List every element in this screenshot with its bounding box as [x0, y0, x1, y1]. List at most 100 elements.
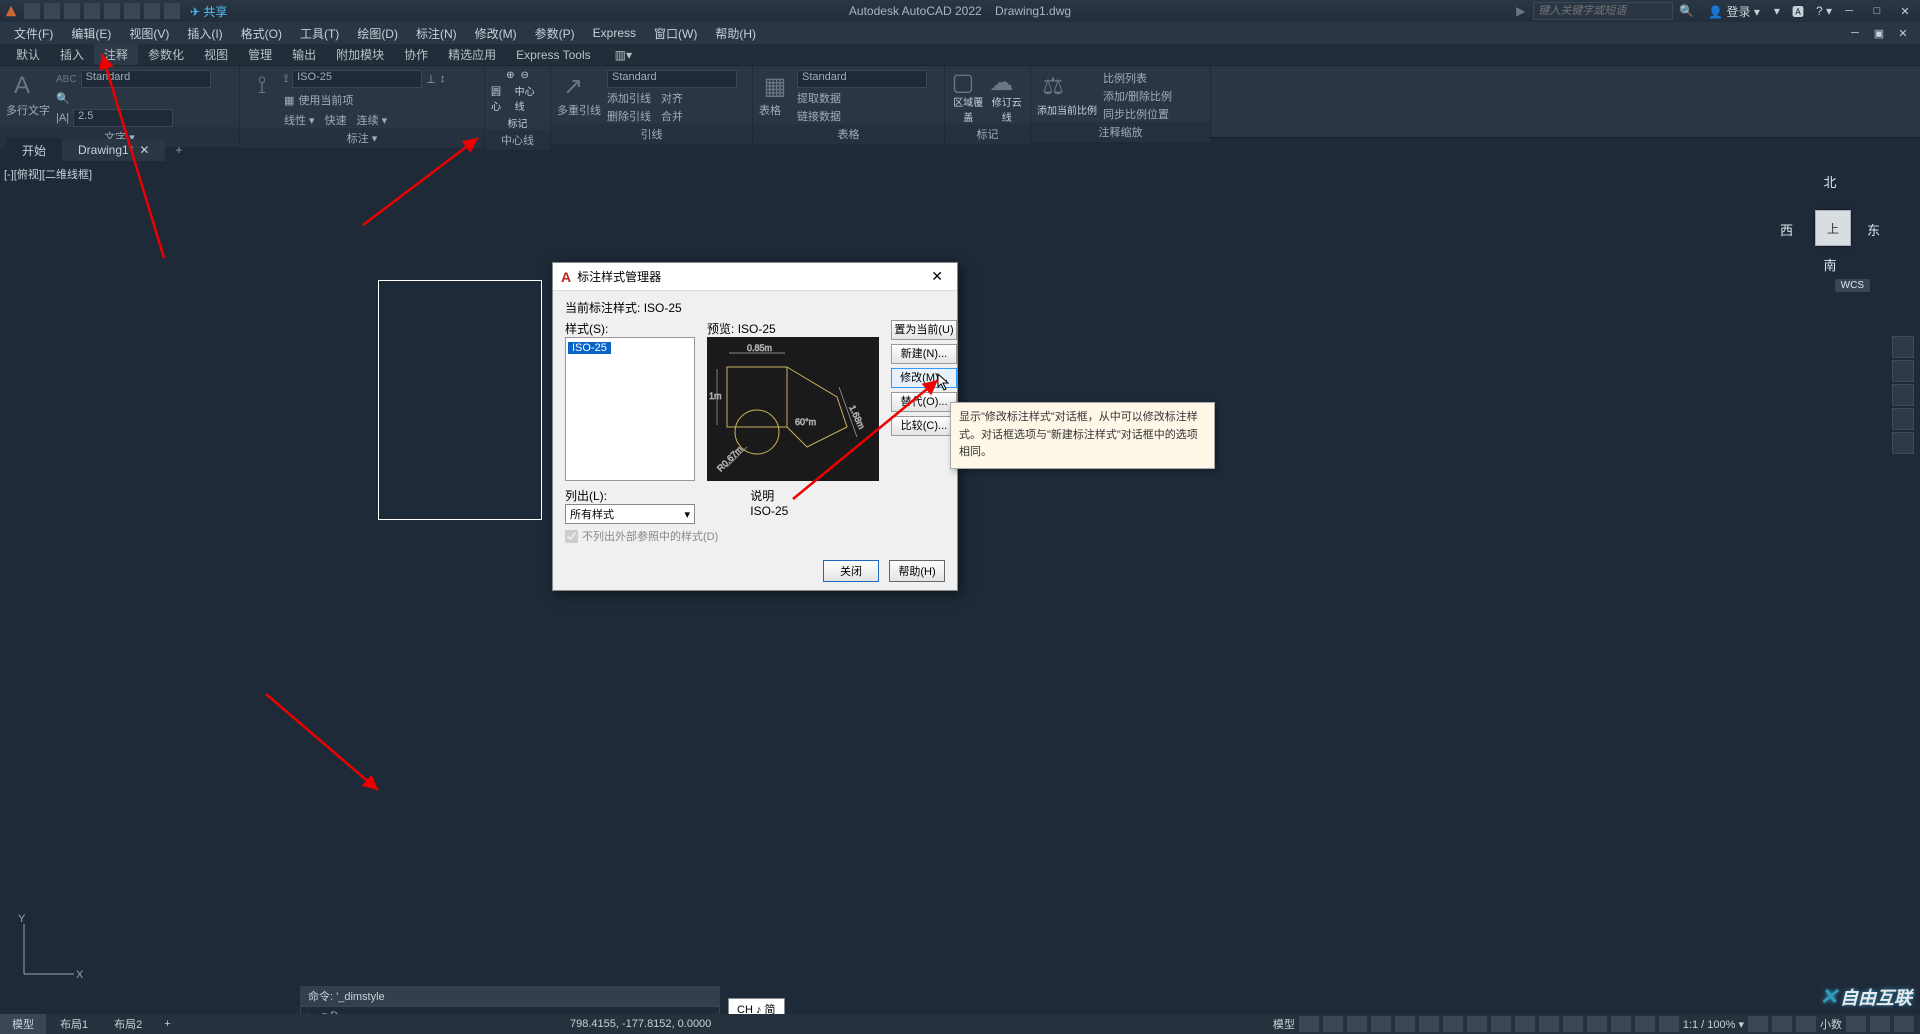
- doc-restore[interactable]: ▣: [1868, 24, 1890, 42]
- transparency-icon[interactable]: [1467, 1016, 1487, 1032]
- override-button[interactable]: 替代(O)...: [891, 392, 957, 412]
- help-icon[interactable]: ? ▾: [1816, 4, 1832, 18]
- anno-scale[interactable]: 1:1 / 100% ▾: [1683, 1018, 1744, 1031]
- tab-parametric[interactable]: 参数化: [138, 44, 194, 65]
- link-data[interactable]: 链接数据: [797, 108, 841, 124]
- tab-express[interactable]: Express Tools: [506, 46, 600, 64]
- grid-icon[interactable]: [1299, 1016, 1319, 1032]
- polar-icon[interactable]: [1371, 1016, 1391, 1032]
- new-button[interactable]: 新建(N)...: [891, 344, 957, 364]
- autodesk-app-icon[interactable]: ▾: [1774, 4, 1780, 18]
- qat-saveas-icon[interactable]: [84, 3, 100, 19]
- compare-button[interactable]: 比较(C)...: [891, 416, 957, 436]
- viewcube-west[interactable]: 西: [1780, 220, 1793, 239]
- close-tab-icon[interactable]: ✕: [139, 143, 149, 157]
- anno-vis-icon[interactable]: [1635, 1016, 1655, 1032]
- menu-file[interactable]: 文件(F): [6, 23, 61, 44]
- dim-linear-button[interactable]: 线性 ▾: [284, 112, 315, 128]
- menu-param[interactable]: 参数(P): [527, 23, 583, 44]
- menu-tools[interactable]: 工具(T): [292, 23, 347, 44]
- addscale-icon[interactable]: ⚖: [1037, 70, 1069, 102]
- qview-icon[interactable]: [1846, 1016, 1866, 1032]
- menu-window[interactable]: 窗口(W): [646, 23, 705, 44]
- units-label[interactable]: 小数: [1820, 1016, 1842, 1032]
- table-icon[interactable]: ▦: [759, 70, 791, 102]
- mtext-icon[interactable]: A: [6, 70, 38, 102]
- qat-cloud-icon[interactable]: [104, 3, 120, 19]
- window-maximize[interactable]: □: [1866, 2, 1888, 20]
- help-button[interactable]: 帮助(H): [889, 560, 945, 582]
- scale-sync[interactable]: 同步比例位置: [1103, 106, 1172, 122]
- qat-plot-icon[interactable]: [124, 3, 140, 19]
- customize-icon[interactable]: [1894, 1016, 1914, 1032]
- ortho-icon[interactable]: [1347, 1016, 1367, 1032]
- menu-modify[interactable]: 修改(M): [467, 23, 525, 44]
- nav-zoom-icon[interactable]: [1892, 384, 1914, 406]
- qat-redo-icon[interactable]: [164, 3, 180, 19]
- tab-annotate[interactable]: 注释: [94, 44, 138, 65]
- nav-showmotion-icon[interactable]: [1892, 432, 1914, 454]
- mleader-icon[interactable]: ↗: [557, 70, 589, 102]
- share-button[interactable]: ✈ 共享: [190, 3, 227, 20]
- units-icon[interactable]: [1796, 1016, 1816, 1032]
- tab-manage[interactable]: 管理: [238, 44, 282, 65]
- window-close[interactable]: ✕: [1894, 2, 1916, 20]
- findtext-icon[interactable]: 🔍: [56, 92, 70, 105]
- gizmo-icon[interactable]: [1611, 1016, 1631, 1032]
- menu-help[interactable]: 帮助(H): [707, 23, 764, 44]
- leader-add[interactable]: 添加引线: [607, 90, 651, 106]
- dialog-close-icon[interactable]: ✕: [925, 268, 949, 285]
- abc-icon[interactable]: ABC: [56, 74, 77, 85]
- tab-addins[interactable]: 附加模块: [326, 44, 394, 65]
- tab-expand-icon[interactable]: ▥▾: [605, 46, 642, 64]
- viewcube-north[interactable]: 北: [1823, 172, 1836, 191]
- window-minimize[interactable]: ─: [1838, 2, 1860, 20]
- extract-data[interactable]: 提取数据: [797, 90, 841, 106]
- 3dosnap-icon[interactable]: [1515, 1016, 1535, 1032]
- workspace-icon[interactable]: [1748, 1016, 1768, 1032]
- tab-drawing1[interactable]: Drawing1*✕: [62, 139, 165, 161]
- tab-featured[interactable]: 精选应用: [438, 44, 506, 65]
- tab-default[interactable]: 默认: [6, 44, 50, 65]
- centermark-icon[interactable]: ⊕: [506, 70, 514, 81]
- layout-add-icon[interactable]: +: [156, 1018, 178, 1030]
- qprops-icon[interactable]: [1563, 1016, 1583, 1032]
- scale-list[interactable]: 比例列表: [1103, 70, 1172, 86]
- centerline-icon[interactable]: ⊖: [521, 70, 529, 81]
- model-space-button[interactable]: 模型: [1273, 1016, 1295, 1032]
- otrack-icon[interactable]: [1419, 1016, 1439, 1032]
- style-item-iso25[interactable]: ISO-25: [568, 342, 611, 354]
- drawing-canvas[interactable]: [-][俯视][二维线框] 北 南 西 东 上 WCS Y X: [0, 162, 1920, 1004]
- layout-1[interactable]: 布局1: [48, 1014, 100, 1034]
- nav-pan-icon[interactable]: [1892, 360, 1914, 382]
- new-tab-icon[interactable]: +: [165, 143, 192, 157]
- qat-save-icon[interactable]: [64, 3, 80, 19]
- layout-2[interactable]: 布局2: [102, 1014, 154, 1034]
- leader-remove[interactable]: 删除引线: [607, 108, 651, 124]
- dim-quick-button[interactable]: 快速: [325, 112, 347, 128]
- list-filter-select[interactable]: 所有样式▾: [565, 504, 695, 524]
- viewcube-east[interactable]: 东: [1867, 220, 1880, 239]
- table-style-select[interactable]: Standard: [797, 70, 927, 88]
- qat-open-icon[interactable]: [44, 3, 60, 19]
- leader-style-select[interactable]: Standard: [607, 70, 737, 88]
- layout-model[interactable]: 模型: [0, 1014, 46, 1034]
- nav-orbit-icon[interactable]: [1892, 408, 1914, 430]
- login-button[interactable]: 👤 登录 ▾: [1708, 3, 1760, 20]
- panel-dim-label[interactable]: 标注 ▾: [240, 128, 484, 148]
- nav-wheel-icon[interactable]: [1892, 336, 1914, 358]
- menu-draw[interactable]: 绘图(D): [349, 23, 406, 44]
- tab-collab[interactable]: 协作: [394, 44, 438, 65]
- anno-monitor-icon[interactable]: [1772, 1016, 1792, 1032]
- wipeout-icon[interactable]: ▢: [951, 70, 975, 94]
- text-height-select[interactable]: 2.5: [73, 109, 173, 127]
- scale-adddel[interactable]: 添加/删除比例: [1103, 88, 1172, 104]
- viewcube-wcs[interactable]: WCS: [1835, 279, 1870, 292]
- dimstyle-icon[interactable]: ⟟: [284, 73, 288, 86]
- menu-express[interactable]: Express: [585, 24, 644, 42]
- menu-insert[interactable]: 插入(I): [179, 23, 230, 44]
- leader-align[interactable]: 对齐: [661, 90, 683, 106]
- layer-icon[interactable]: ▦: [284, 94, 294, 107]
- sel-filter-icon[interactable]: [1587, 1016, 1607, 1032]
- tab-output[interactable]: 输出: [282, 44, 326, 65]
